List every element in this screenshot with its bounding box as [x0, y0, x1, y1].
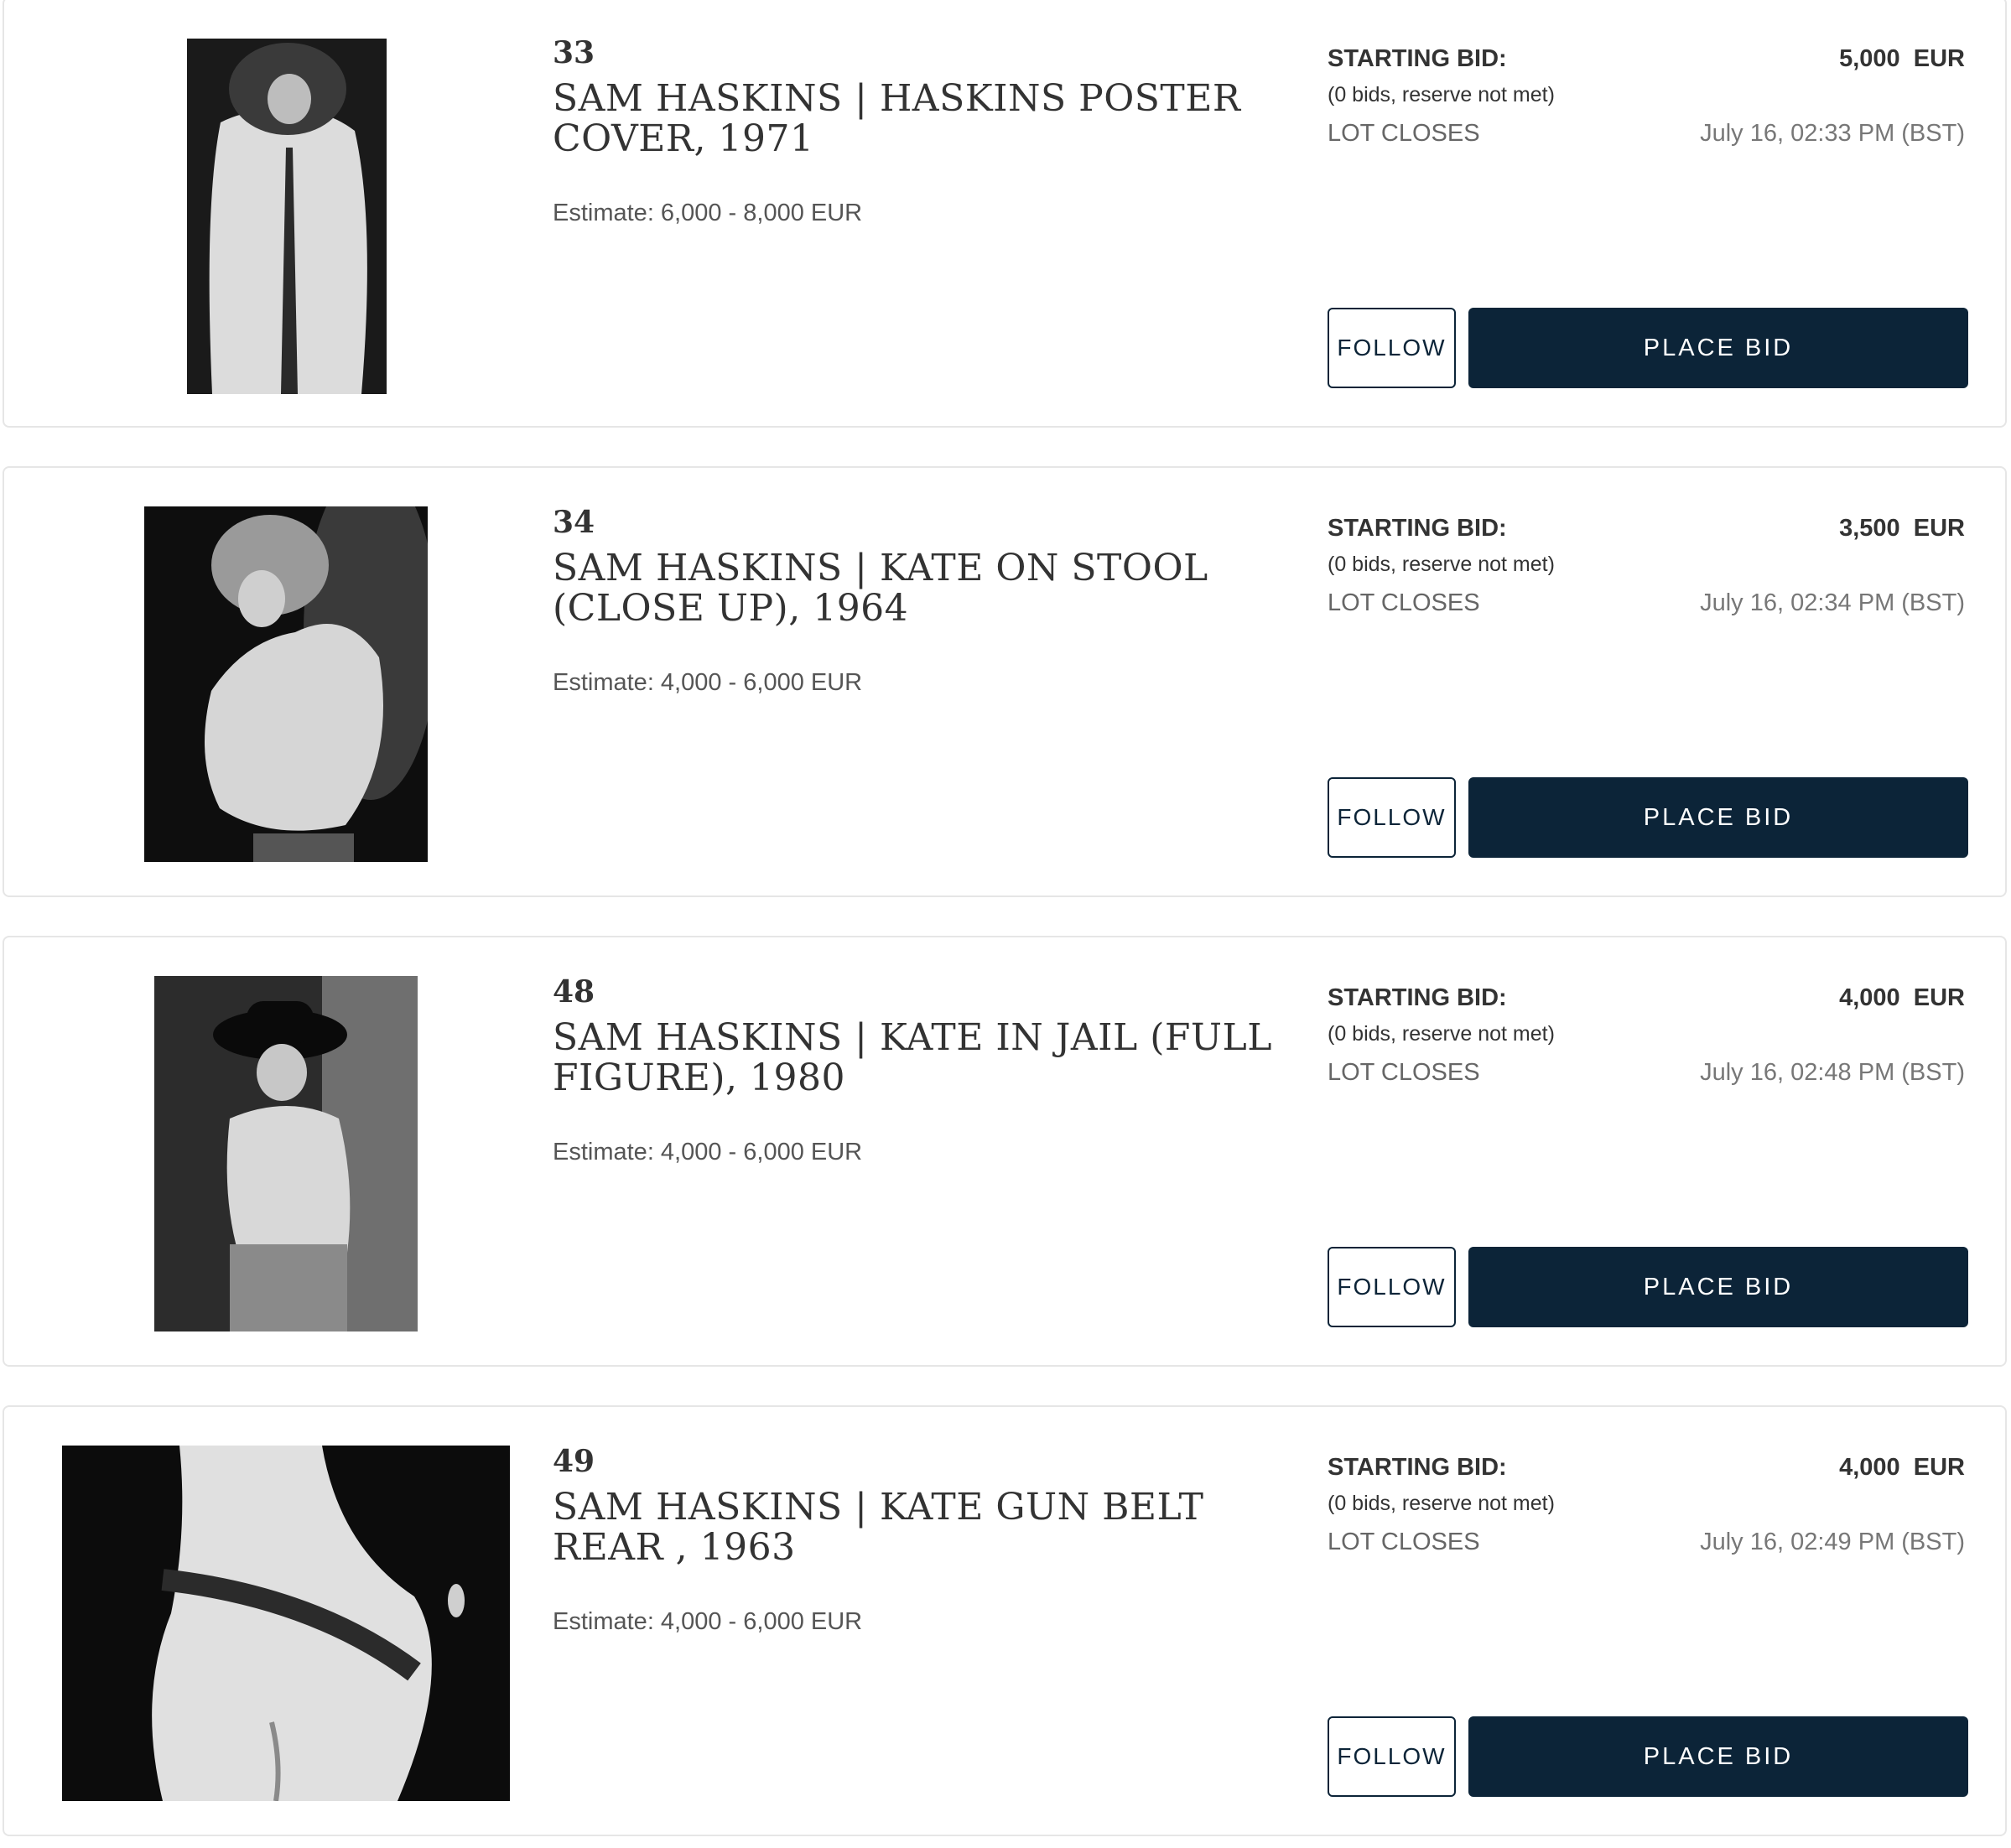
starting-bid-label: STARTING BID:: [1328, 984, 1507, 1011]
estimate: Estimate: 6,000 - 8,000 EUR: [553, 200, 863, 226]
follow-button[interactable]: FOLLOW: [1328, 1716, 1456, 1797]
starting-bid-amount: 3,500 EUR: [1839, 515, 1965, 542]
lot-image[interactable]: [144, 506, 428, 862]
bids-status: (0 bids, reserve not met): [1328, 1492, 1555, 1515]
lot-card: 34 SAM HASKINS | KATE ON STOOL (CLOSE UP…: [3, 466, 2007, 897]
lot-closes-label: LOT CLOSES: [1328, 120, 1480, 147]
lot-closes-label: LOT CLOSES: [1328, 1059, 1480, 1086]
bids-status: (0 bids, reserve not met): [1328, 83, 1555, 106]
follow-button[interactable]: FOLLOW: [1328, 308, 1456, 388]
lot-title[interactable]: SAM HASKINS | KATE GUN BELT REAR , 1963: [553, 1487, 1291, 1568]
lot-closes-time: July 16, 02:34 PM (BST): [1700, 589, 1965, 616]
place-bid-button[interactable]: PLACE BID: [1468, 777, 1968, 858]
lot-closes-time: July 16, 02:48 PM (BST): [1700, 1059, 1965, 1086]
starting-bid-amount: 5,000 EUR: [1839, 45, 1965, 72]
lot-card: 49 SAM HASKINS | KATE GUN BELT REAR , 19…: [3, 1405, 2007, 1836]
bids-status: (0 bids, reserve not met): [1328, 1022, 1555, 1046]
lot-number: 33: [553, 35, 595, 70]
lot-image[interactable]: [187, 39, 387, 394]
estimate: Estimate: 4,000 - 6,000 EUR: [553, 1139, 863, 1165]
starting-bid-label: STARTING BID:: [1328, 515, 1507, 542]
place-bid-button[interactable]: PLACE BID: [1468, 308, 1968, 388]
lot-number: 34: [553, 505, 595, 540]
starting-bid-amount: 4,000 EUR: [1839, 1454, 1965, 1481]
follow-button[interactable]: FOLLOW: [1328, 1247, 1456, 1327]
lot-closes-time: July 16, 02:49 PM (BST): [1700, 1529, 1965, 1555]
lot-image[interactable]: [154, 976, 418, 1331]
lot-closes-label: LOT CLOSES: [1328, 589, 1480, 616]
lot-card: 48 SAM HASKINS | KATE IN JAIL (FULL FIGU…: [3, 936, 2007, 1367]
place-bid-button[interactable]: PLACE BID: [1468, 1247, 1968, 1327]
starting-bid-label: STARTING BID:: [1328, 1454, 1507, 1481]
estimate: Estimate: 4,000 - 6,000 EUR: [553, 669, 863, 696]
lot-title[interactable]: SAM HASKINS | HASKINS POSTER COVER, 1971: [553, 79, 1291, 159]
lot-title[interactable]: SAM HASKINS | KATE IN JAIL (FULL FIGURE)…: [553, 1018, 1291, 1098]
follow-button[interactable]: FOLLOW: [1328, 777, 1456, 858]
lot-closes-time: July 16, 02:33 PM (BST): [1700, 120, 1965, 147]
starting-bid-amount: 4,000 EUR: [1839, 984, 1965, 1011]
lot-image[interactable]: [62, 1446, 510, 1801]
starting-bid-label: STARTING BID:: [1328, 45, 1507, 72]
lot-title[interactable]: SAM HASKINS | KATE ON STOOL (CLOSE UP), …: [553, 548, 1291, 629]
lot-closes-label: LOT CLOSES: [1328, 1529, 1480, 1555]
place-bid-button[interactable]: PLACE BID: [1468, 1716, 1968, 1797]
lot-number: 49: [553, 1444, 595, 1479]
estimate: Estimate: 4,000 - 6,000 EUR: [553, 1608, 863, 1635]
bids-status: (0 bids, reserve not met): [1328, 553, 1555, 576]
lot-card: 33 SAM HASKINS | HASKINS POSTER COVER, 1…: [3, 0, 2007, 428]
lot-number: 48: [553, 974, 595, 1010]
